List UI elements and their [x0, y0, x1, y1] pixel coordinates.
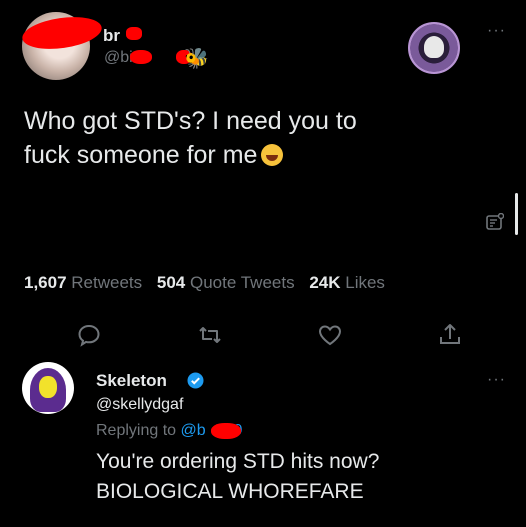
redaction-mark — [126, 27, 142, 40]
reply-more-options-icon[interactable]: ··· — [487, 371, 506, 389]
reply-author-avatar[interactable] — [22, 362, 74, 414]
retweets-label: Retweets — [71, 273, 143, 292]
like-button[interactable] — [317, 322, 343, 348]
redaction-mark — [130, 50, 152, 64]
likes-label: Likes — [345, 273, 385, 292]
share-button[interactable] — [437, 322, 463, 348]
reply-author-handle[interactable]: @skellydgaf — [96, 396, 183, 414]
tweet-text-line1: Who got STD's? I need you to — [24, 107, 357, 135]
verified-badge-icon — [187, 372, 204, 389]
author-name[interactable]: br — [103, 26, 120, 46]
comment-icon — [78, 324, 100, 347]
share-icon — [440, 324, 460, 344]
avatar-face — [39, 376, 57, 398]
retweet-icon — [199, 327, 221, 343]
skull-icon — [424, 36, 444, 58]
retweet-button[interactable] — [197, 322, 223, 348]
bee-icon: 🐝 — [184, 48, 209, 70]
replying-mention-text: @b — [180, 422, 206, 439]
quote-count: 504 — [156, 273, 186, 292]
replying-prefix: Replying to — [96, 422, 177, 439]
reply-text-line2: BIOLOGICAL WHOREFARE — [96, 480, 364, 503]
scrollbar[interactable] — [515, 193, 518, 235]
tweet-text-line2: fuck someone for me — [24, 141, 258, 169]
redaction-mark — [211, 423, 241, 439]
quote-label: Quote Tweets — [190, 273, 295, 292]
tweet-text-line2-wrap: fuck someone for me — [24, 138, 494, 172]
heart-icon — [318, 325, 342, 346]
likes-stat[interactable]: 24K Likes — [309, 273, 385, 292]
tweet-text: Who got STD's? I need you to fuck someon… — [24, 104, 494, 172]
laughing-emoji-icon — [261, 144, 284, 166]
more-options-icon[interactable]: ··· — [487, 22, 506, 40]
profile-badge-logo — [408, 22, 460, 74]
quote-tweets-stat[interactable]: 504 Quote Tweets — [157, 273, 295, 292]
reply-text-line1: You're ordering STD hits now? — [96, 450, 380, 473]
analytics-icon[interactable] — [486, 212, 505, 231]
reply-author-name[interactable]: Skeleton — [96, 371, 167, 391]
retweets-count: 1,607 — [24, 273, 67, 292]
reply-text: You're ordering STD hits now? BIOLOGICAL… — [96, 447, 516, 507]
likes-count: 24K — [309, 273, 341, 292]
reply-button[interactable] — [76, 322, 102, 348]
retweets-stat[interactable]: 1,607 Retweets — [24, 273, 142, 292]
tweet-stats: 1,607 Retweets 504 Quote Tweets 24K Like… — [24, 273, 385, 293]
